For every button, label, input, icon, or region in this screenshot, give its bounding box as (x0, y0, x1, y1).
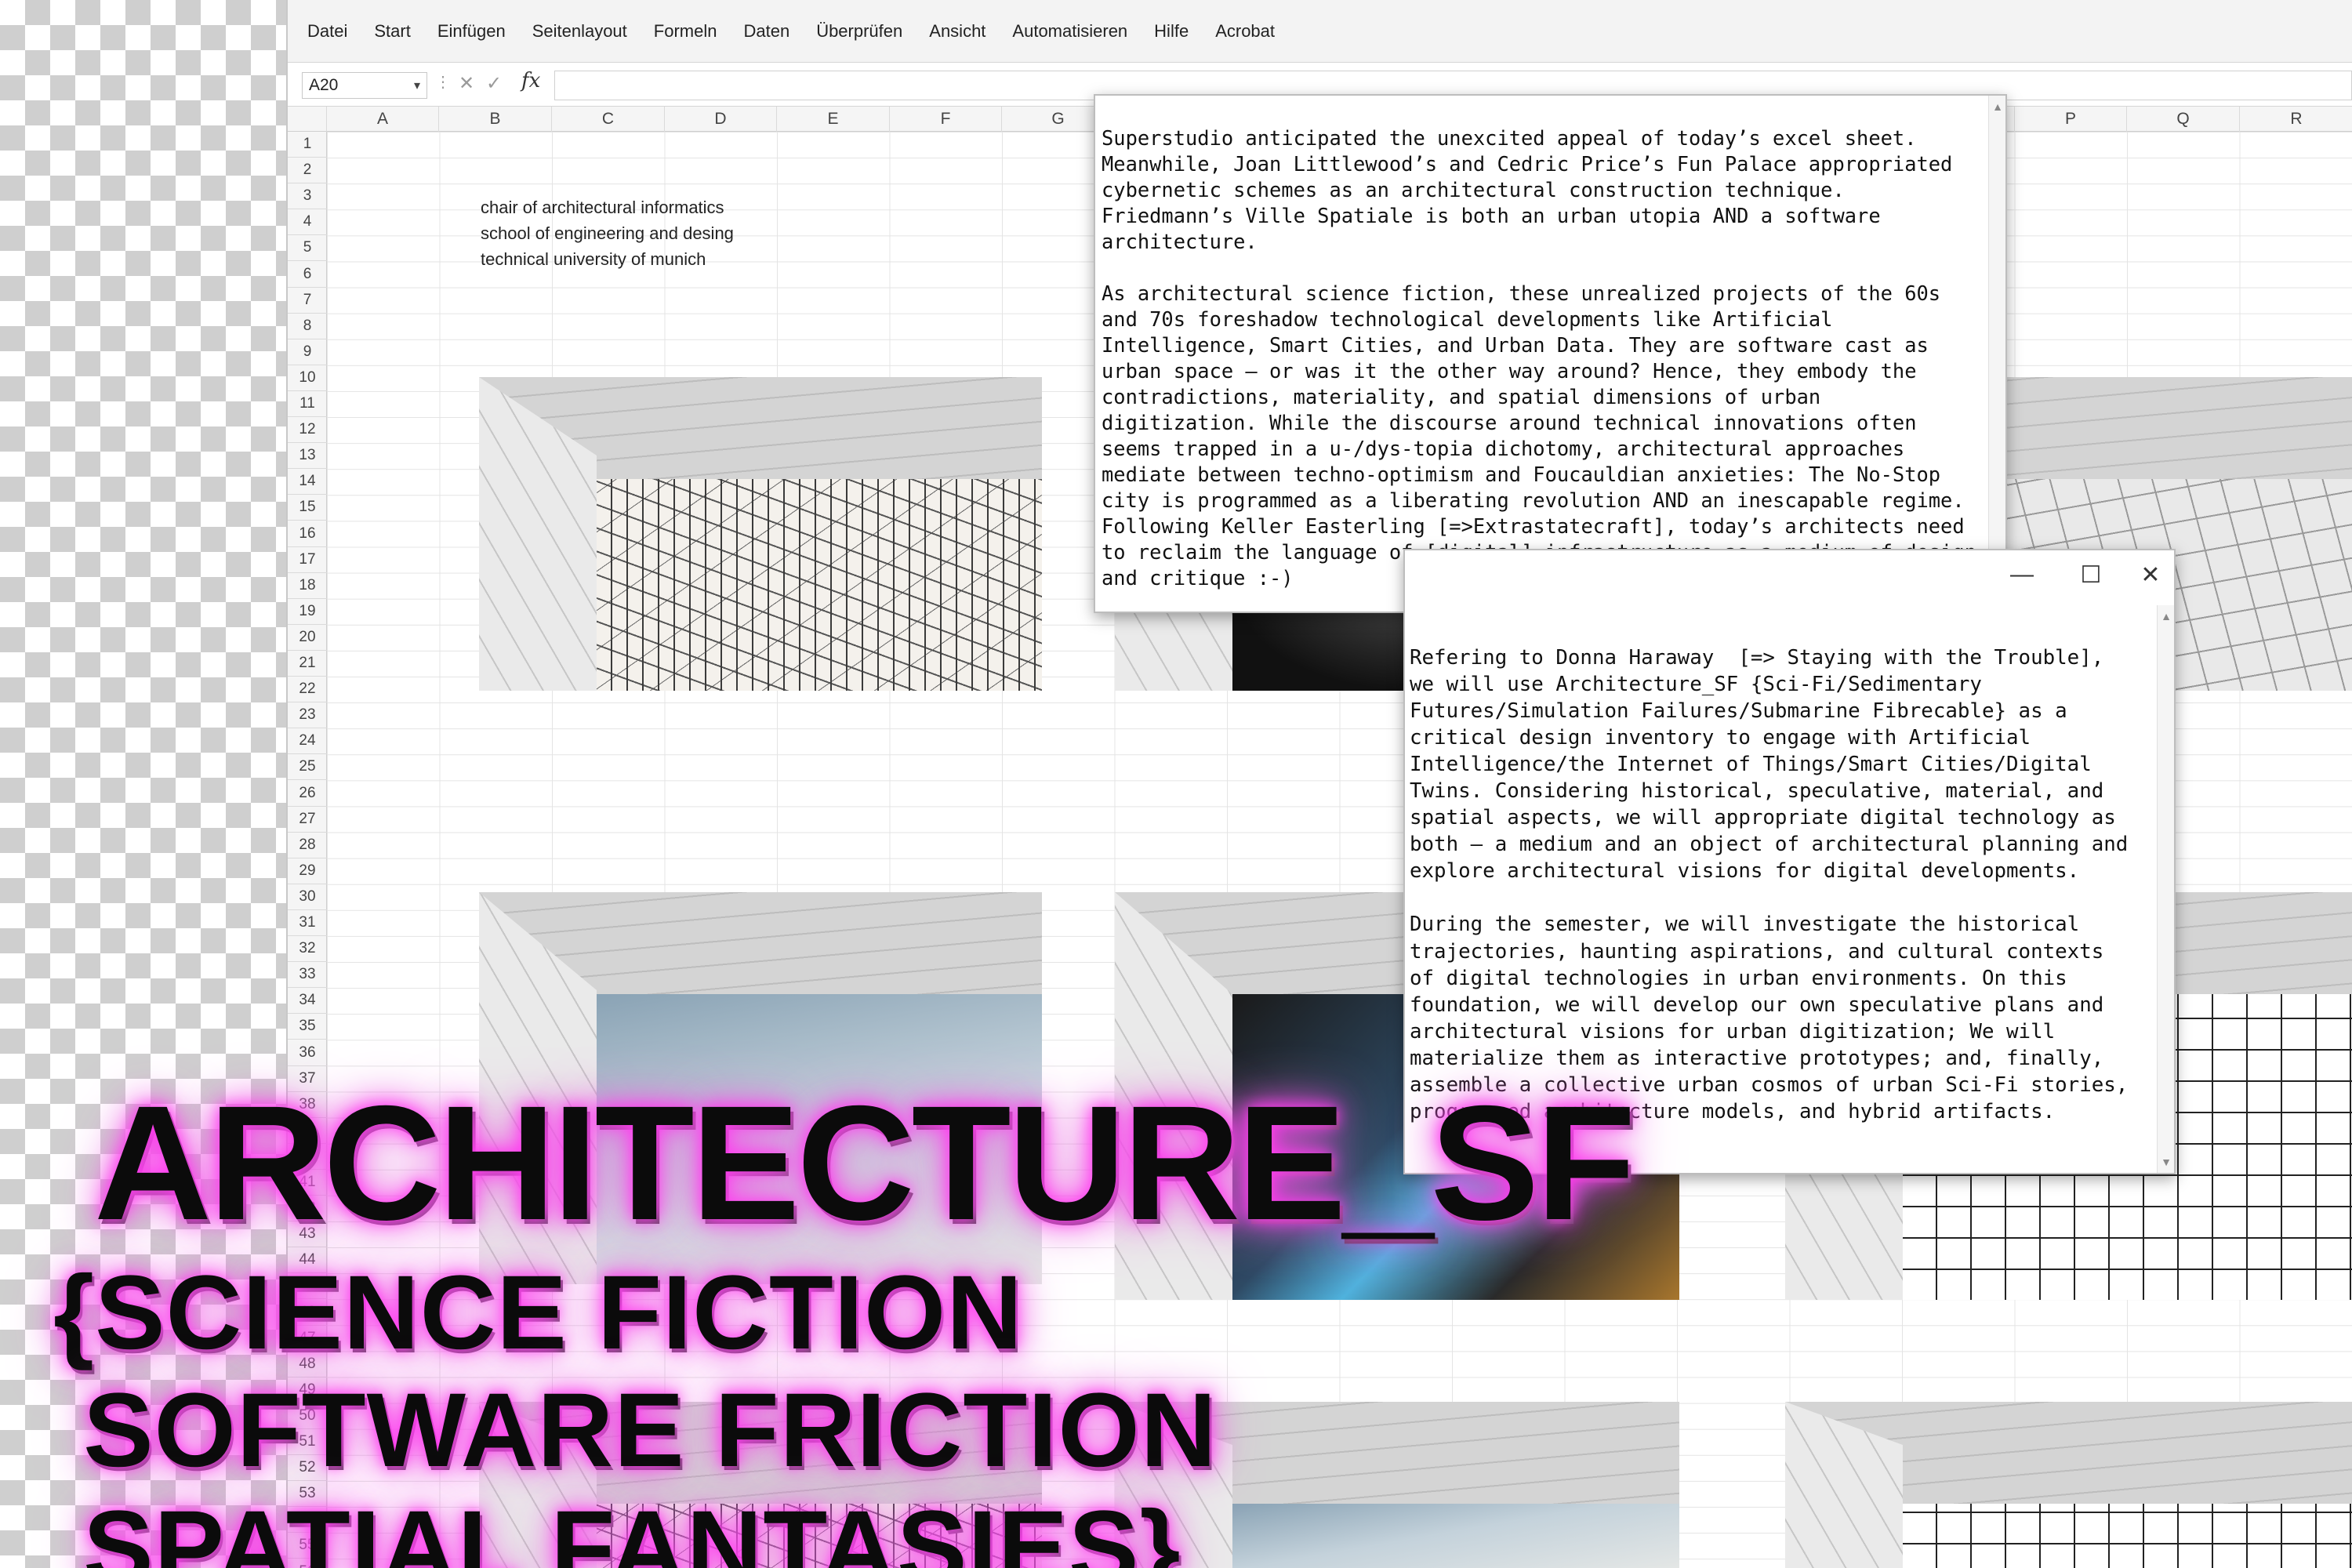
cell-b5[interactable]: school of engineering and desing (481, 223, 734, 244)
row-header[interactable]: 11 (288, 391, 327, 418)
image-frame[interactable] (479, 377, 1042, 691)
cell-b6[interactable]: technical university of munich (481, 249, 706, 270)
row-header[interactable]: 18 (288, 573, 327, 599)
row-header[interactable]: 31 (288, 910, 327, 937)
ribbon-menu-bar: Datei Start Einfügen Seitenlayout Formel… (288, 0, 2352, 63)
interior-image (1232, 1504, 1679, 1568)
row-header[interactable]: 28 (288, 833, 327, 858)
row-header[interactable]: 34 (288, 988, 327, 1014)
essay-text-2[interactable]: Refering to Donna Haraway [=> Staying wi… (1410, 644, 2128, 1125)
row-header[interactable]: 29 (288, 858, 327, 884)
row-header[interactable]: 19 (288, 599, 327, 625)
scroll-up-icon[interactable]: ▲ (1989, 100, 2006, 113)
name-box-value: A20 (309, 76, 339, 94)
architecture-sketch-image (597, 479, 1042, 691)
menu-acrobat[interactable]: Acrobat (1215, 21, 1275, 42)
menu-automatisieren[interactable]: Automatisieren (1012, 21, 1127, 42)
enter-check-icon[interactable]: ✓ (486, 72, 502, 95)
menu-seitenlayout[interactable]: Seitenlayout (532, 21, 627, 42)
menu-daten[interactable]: Daten (743, 21, 789, 42)
row-header[interactable]: 35 (288, 1014, 327, 1040)
menu-ansicht[interactable]: Ansicht (929, 21, 985, 42)
row-header[interactable]: 23 (288, 702, 327, 729)
column-header[interactable]: E (777, 107, 890, 132)
more-options-icon[interactable]: ⋮ (435, 72, 451, 92)
row-header[interactable]: 9 (288, 339, 327, 365)
row-header[interactable]: 25 (288, 754, 327, 781)
column-header[interactable]: R (2240, 107, 2352, 132)
row-header[interactable]: 6 (288, 262, 327, 288)
cell-b4[interactable]: chair of architectural informatics (481, 198, 724, 218)
row-header[interactable]: 20 (288, 625, 327, 651)
column-header[interactable]: Q (2127, 107, 2240, 132)
row-header[interactable]: 8 (288, 314, 327, 339)
network-diagram-image (1903, 1504, 2352, 1568)
insert-function-icon[interactable]: fx (521, 69, 540, 93)
column-header[interactable]: D (665, 107, 777, 132)
menu-formeln[interactable]: Formeln (654, 21, 717, 42)
row-header[interactable]: 5 (288, 235, 327, 262)
row-header[interactable]: 36 (288, 1040, 327, 1066)
row-header[interactable]: 24 (288, 728, 327, 755)
column-header[interactable]: C (552, 107, 665, 132)
row-header[interactable]: 7 (288, 288, 327, 314)
scrollbar[interactable]: ▲ ▼ (2157, 605, 2174, 1173)
column-header[interactable]: A (327, 107, 439, 132)
text-editor-window-1[interactable]: Superstudio anticipated the unexcited ap… (1094, 94, 2007, 613)
menu-start[interactable]: Start (374, 21, 410, 42)
row-header[interactable]: 16 (288, 521, 327, 547)
row-header[interactable]: 30 (288, 884, 327, 910)
essay-text-1[interactable]: Superstudio anticipated the unexcited ap… (1102, 125, 1976, 591)
poster-title: ARCHITECTURE_SF (94, 1073, 1635, 1254)
row-header[interactable]: 17 (288, 547, 327, 573)
row-header[interactable]: 13 (288, 443, 327, 470)
row-header[interactable]: 33 (288, 962, 327, 989)
scroll-up-icon[interactable]: ▲ (2158, 610, 2175, 622)
row-header[interactable]: 2 (288, 158, 327, 184)
row-header[interactable]: 12 (288, 417, 327, 444)
scroll-down-icon[interactable]: ▼ (2158, 1156, 2175, 1168)
scrollbar[interactable]: ▲ ▼ (1988, 96, 2005, 612)
chevron-down-icon[interactable]: ▾ (414, 78, 420, 93)
row-header[interactable]: 27 (288, 807, 327, 833)
menu-ueberpruefen[interactable]: Überprüfen (816, 21, 902, 42)
close-icon[interactable]: ✕ (2135, 561, 2166, 589)
maximize-icon[interactable]: ☐ (2075, 561, 2107, 589)
poster-subtitle: {SCIENCE FICTION SOFTWARE FRICTION SPATI… (53, 1254, 1218, 1568)
column-header[interactable]: P (2015, 107, 2127, 132)
row-header[interactable]: 1 (288, 132, 327, 158)
name-box[interactable]: A20 ▾ (302, 72, 427, 99)
row-header[interactable]: 22 (288, 677, 327, 703)
menu-einfuegen[interactable]: Einfügen (437, 21, 506, 42)
cancel-icon[interactable]: ✕ (459, 72, 474, 95)
menu-hilfe[interactable]: Hilfe (1154, 21, 1189, 42)
minimize-icon[interactable]: — (2006, 561, 2038, 588)
row-header[interactable]: 3 (288, 183, 327, 210)
row-header[interactable]: 32 (288, 936, 327, 963)
row-header[interactable]: 10 (288, 365, 327, 391)
row-header[interactable]: 4 (288, 209, 327, 236)
window-titlebar[interactable]: — ☐ ✕ (1405, 550, 2174, 605)
row-header[interactable]: 26 (288, 781, 327, 807)
image-frame[interactable] (1785, 1402, 2352, 1568)
menu-datei[interactable]: Datei (307, 21, 347, 42)
column-header[interactable]: B (439, 107, 552, 132)
select-all-corner[interactable] (288, 107, 327, 132)
row-header[interactable]: 21 (288, 651, 327, 677)
column-header[interactable]: F (890, 107, 1002, 132)
row-header[interactable]: 14 (288, 469, 327, 495)
row-header[interactable]: 15 (288, 495, 327, 521)
